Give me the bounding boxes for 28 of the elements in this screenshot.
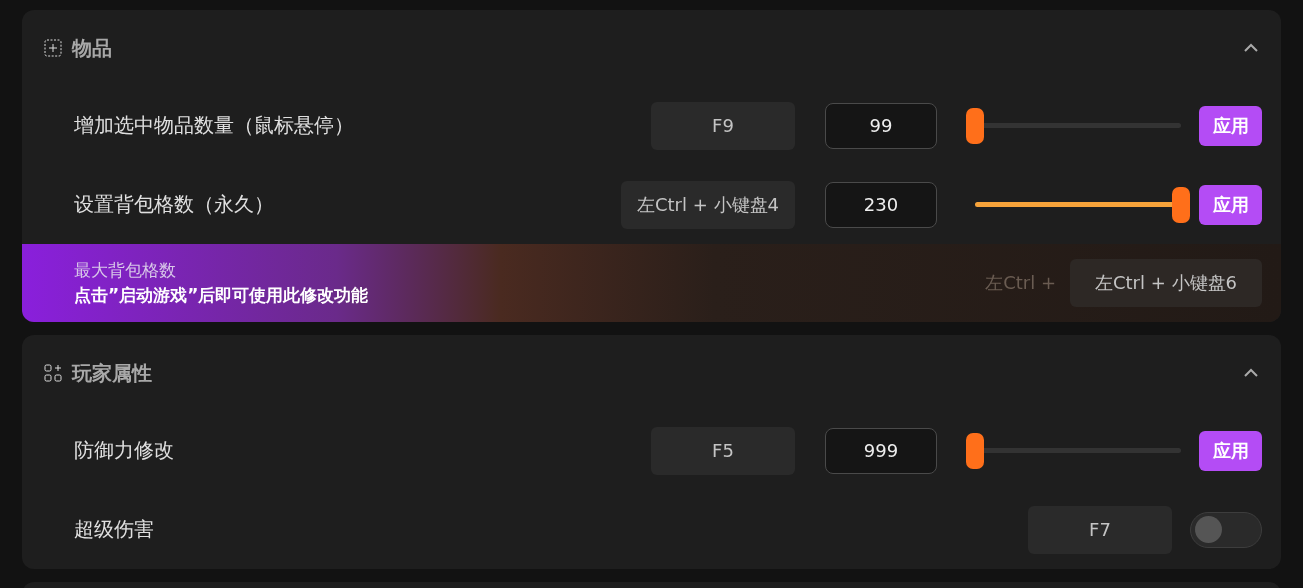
- value-input[interactable]: 99: [825, 102, 937, 149]
- hotkey-field[interactable]: F7: [1028, 505, 1172, 554]
- hotkey-field[interactable]: 左Ctrl + 小键盘6: [1070, 259, 1262, 307]
- section-title: 玩家属性: [72, 359, 152, 387]
- add-square-icon: [44, 39, 62, 57]
- grid-plus-icon: [44, 364, 62, 382]
- hotkey-field[interactable]: F5: [651, 426, 795, 475]
- section-title: 物品: [72, 34, 112, 62]
- toggle-switch[interactable]: [1190, 511, 1262, 548]
- chevron-up-icon[interactable]: [1243, 368, 1259, 378]
- apply-button[interactable]: 应用: [1199, 105, 1262, 146]
- apply-button[interactable]: 应用: [1199, 430, 1262, 471]
- setting-label: 超级伤害: [74, 516, 155, 543]
- slider-thumb[interactable]: [966, 107, 984, 144]
- slider-thumb[interactable]: [966, 432, 984, 469]
- slider-thumb[interactable]: [1172, 186, 1190, 223]
- banner-message: 点击”启动游戏”后即可使用此修改功能: [74, 284, 370, 307]
- banner-title: 最大背包格数: [74, 259, 177, 282]
- hotkey-field[interactable]: 左Ctrl + 小键盘4: [621, 180, 795, 229]
- hotkey-field[interactable]: F9: [651, 101, 795, 150]
- setting-label: 防御力修改: [74, 437, 175, 464]
- apply-button[interactable]: 应用: [1199, 184, 1262, 225]
- value-input[interactable]: 230: [825, 181, 937, 228]
- chevron-up-icon[interactable]: [1243, 43, 1259, 53]
- setting-label: 设置背包格数（永久）: [74, 191, 275, 218]
- setting-label: 增加选中物品数量（鼠标悬停）: [74, 112, 355, 139]
- faded-hotkey-text: 左Ctrl +: [985, 271, 1056, 295]
- value-input[interactable]: 999: [825, 427, 937, 474]
